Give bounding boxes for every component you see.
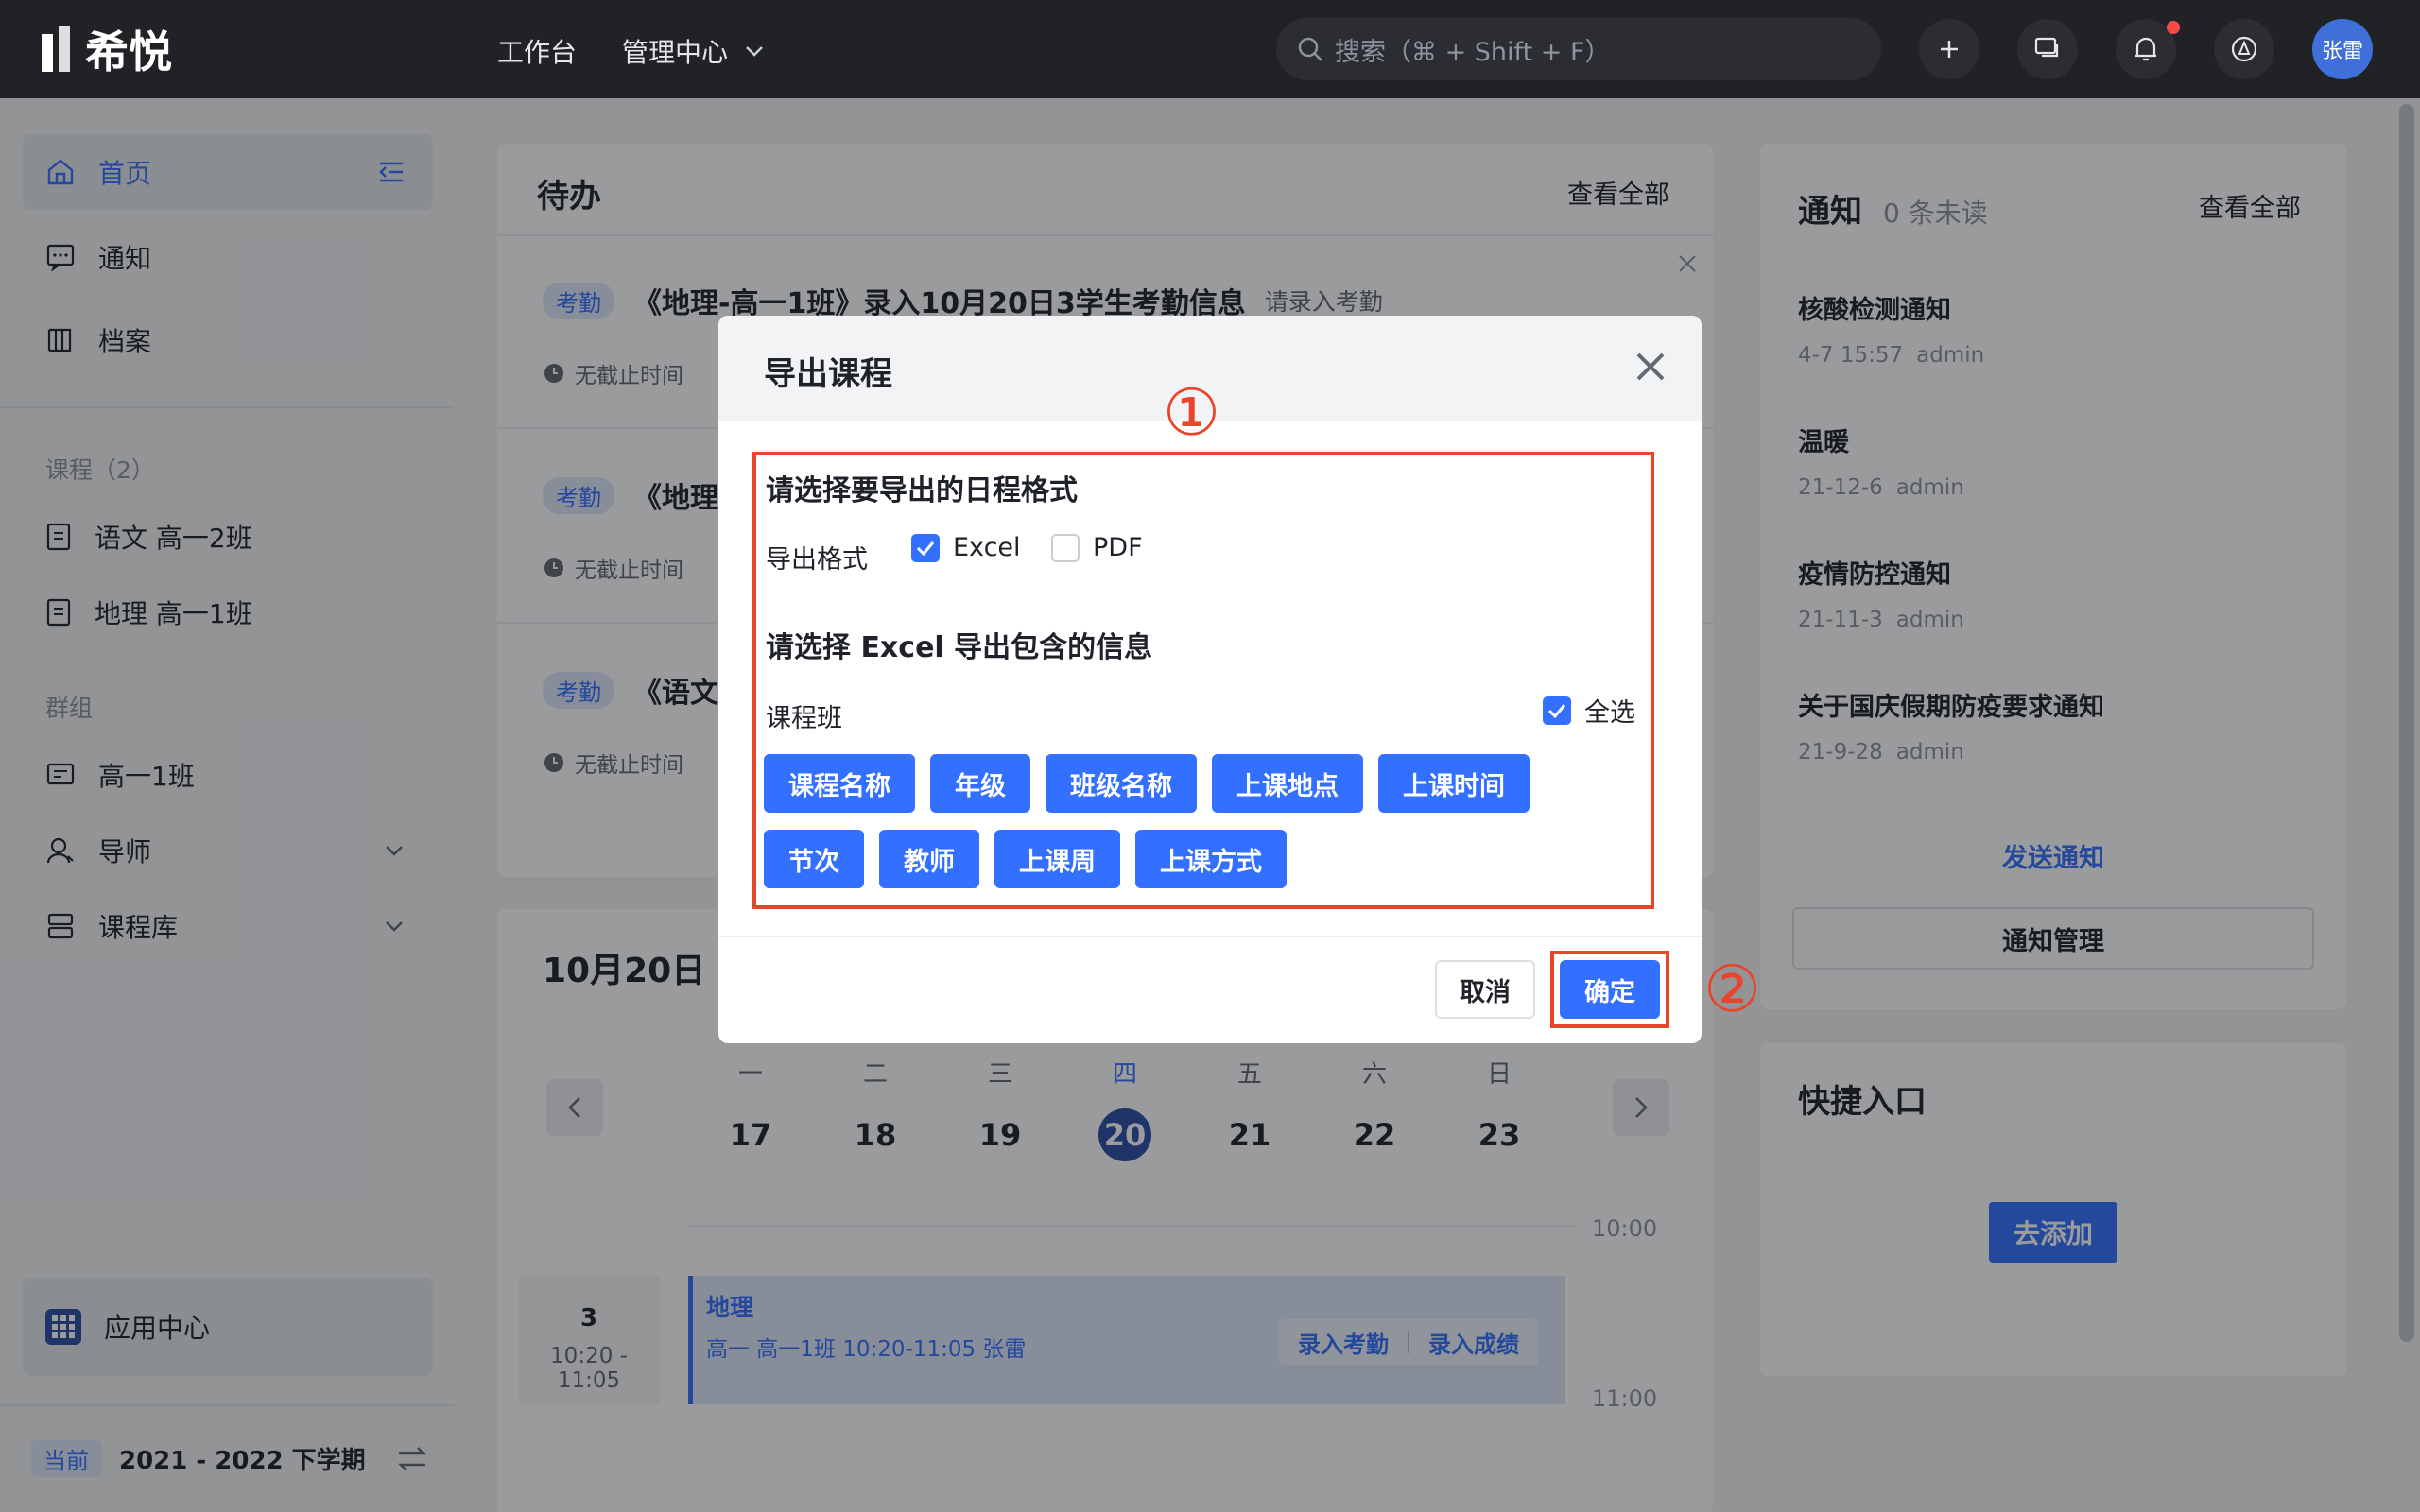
search-input[interactable]: 搜索（⌘ + Shift + F） bbox=[1276, 18, 1881, 80]
compass-icon bbox=[2231, 36, 2257, 62]
field-chip[interactable]: 教师 bbox=[879, 830, 979, 888]
close-icon[interactable] bbox=[1634, 350, 1668, 384]
app-name: 希悦 bbox=[85, 26, 172, 77]
checkbox-checked bbox=[1543, 696, 1571, 725]
logo-icon bbox=[42, 26, 70, 72]
field-chip[interactable]: 班级名称 bbox=[1046, 754, 1197, 813]
section-fields-title: 请选择 Excel 导出包含的信息 bbox=[766, 631, 1153, 664]
avatar[interactable]: 张雷 bbox=[2312, 19, 2373, 79]
confirm-button[interactable]: 确定 bbox=[1560, 960, 1660, 1019]
field-chip[interactable]: 年级 bbox=[930, 754, 1030, 813]
nav-admin-label: 管理中心 bbox=[622, 37, 729, 68]
field-chip[interactable]: 上课周 bbox=[994, 830, 1120, 888]
dialog-title: 导出课程 bbox=[764, 355, 892, 393]
select-all-label: 全选 bbox=[1584, 698, 1635, 728]
field-chip[interactable]: 上课方式 bbox=[1135, 830, 1287, 888]
notification-badge bbox=[2167, 21, 2180, 34]
field-chips-row: 课程名称 年级 班级名称 上课地点 上课时间 bbox=[764, 754, 1530, 813]
nav-workbench[interactable]: 工作台 bbox=[497, 32, 577, 70]
field-chip[interactable]: 节次 bbox=[764, 830, 864, 888]
select-all-checkbox[interactable]: 全选 bbox=[1543, 692, 1635, 729]
field-chip[interactable]: 上课时间 bbox=[1378, 754, 1530, 813]
format-label: 导出格式 bbox=[766, 545, 868, 575]
excel-checkbox[interactable]: Excel bbox=[911, 533, 1021, 562]
checkbox-checked bbox=[911, 533, 940, 562]
search-placeholder: 搜索（⌘ + Shift + F） bbox=[1335, 37, 1611, 67]
checkbox-unchecked bbox=[1051, 533, 1080, 562]
section-format-title: 请选择要导出的日程格式 bbox=[766, 474, 1078, 507]
pdf-checkbox[interactable]: PDF bbox=[1051, 533, 1143, 562]
step-marker-1: ① bbox=[1163, 376, 1220, 451]
bell-icon bbox=[2135, 37, 2156, 61]
cancel-button[interactable]: 取消 bbox=[1435, 960, 1535, 1019]
settings-button[interactable] bbox=[2214, 19, 2274, 79]
app-logo[interactable]: 希悦 bbox=[42, 19, 172, 79]
plus-icon bbox=[1941, 41, 1958, 58]
chat-icon bbox=[2034, 37, 2059, 58]
pdf-label: PDF bbox=[1093, 533, 1143, 562]
check-icon bbox=[1547, 703, 1566, 718]
check-icon bbox=[916, 541, 935, 556]
step-marker-2: ② bbox=[1703, 953, 1761, 1027]
chevron-down-icon bbox=[746, 46, 763, 57]
search-icon bbox=[1298, 37, 1322, 61]
nav-admin-center[interactable]: 管理中心 bbox=[622, 32, 764, 70]
field-chip[interactable]: 课程名称 bbox=[764, 754, 915, 813]
messages-button[interactable] bbox=[2017, 19, 2078, 79]
dialog-footer-divider bbox=[718, 936, 1702, 937]
course-class-label: 课程班 bbox=[766, 704, 842, 733]
field-chips-row: 节次 教师 上课周 上课方式 bbox=[764, 830, 1287, 888]
field-chip[interactable]: 上课地点 bbox=[1212, 754, 1363, 813]
excel-label: Excel bbox=[953, 533, 1021, 562]
add-button[interactable] bbox=[1919, 19, 1979, 79]
